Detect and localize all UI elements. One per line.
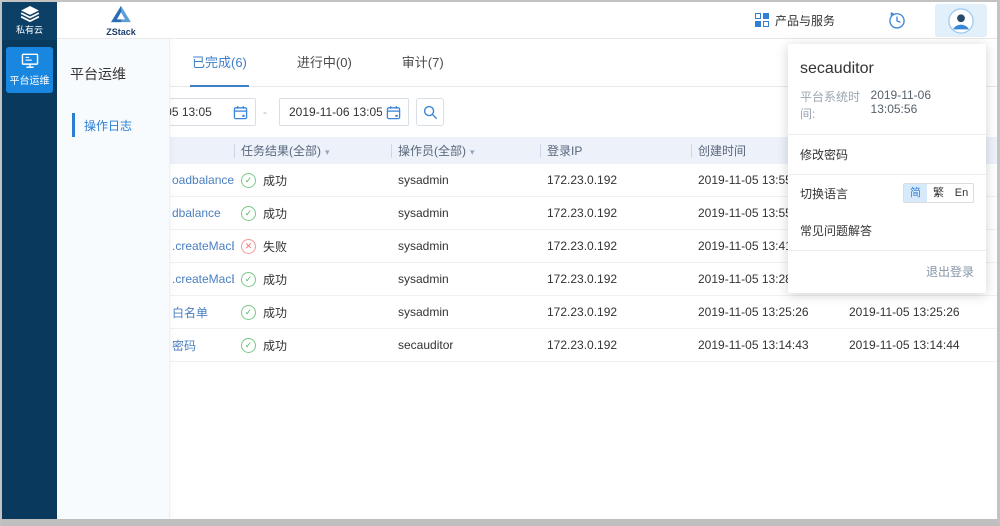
zstack-logo-icon xyxy=(110,5,132,23)
status-text: 成功 xyxy=(263,337,287,354)
system-time-value: 2019-11-06 13:05:56 xyxy=(871,88,974,122)
col-operator[interactable]: 操作员(全部)▾ xyxy=(391,142,540,159)
operator-cell: sysadmin xyxy=(391,173,540,187)
grid-icon xyxy=(755,13,769,27)
primary-sidebar: 私有云 平台运维 xyxy=(2,2,57,519)
history-clock-icon xyxy=(887,10,907,30)
task-name-link[interactable]: 白名单 xyxy=(172,306,208,320)
sidebar-title: 平台运维 xyxy=(57,39,169,84)
operator-cell: secauditor xyxy=(391,338,540,352)
status-text: 失败 xyxy=(263,238,287,255)
history-button[interactable] xyxy=(887,10,907,30)
tab-in-progress[interactable]: 进行中(0) xyxy=(295,52,354,86)
task-name-link[interactable]: 密码 xyxy=(172,339,196,353)
system-time-row: 平台系统时间: 2019-11-06 13:05:56 xyxy=(788,86,986,134)
cloud-label: 私有云 xyxy=(16,23,43,36)
sort-caret-icon: ▾ xyxy=(325,147,330,157)
app-window: 私有云 平台运维 ZStack xyxy=(0,0,1000,526)
operator-cell: sysadmin xyxy=(391,272,540,286)
calendar-icon[interactable] xyxy=(386,105,401,120)
login-ip-cell: 172.23.0.192 xyxy=(540,206,691,220)
success-icon: ✓ xyxy=(241,173,256,188)
table-row: 白名单 ✓ 成功 sysadmin 172.23.0.192 2019-11-0… xyxy=(170,296,997,329)
operator-cell: sysadmin xyxy=(391,239,540,253)
switch-language-label: 切换语言 xyxy=(800,185,848,202)
lang-traditional[interactable]: 繁 xyxy=(927,184,950,202)
status-text: 成功 xyxy=(263,271,287,288)
nav-platform-ops[interactable]: 平台运维 xyxy=(6,47,53,93)
faq-item[interactable]: 常见问题解答 xyxy=(788,211,986,250)
success-icon: ✓ xyxy=(241,305,256,320)
search-button[interactable] xyxy=(416,98,444,126)
status-text: 成功 xyxy=(263,205,287,222)
lang-simplified[interactable]: 简 xyxy=(904,184,927,202)
user-dropdown-panel: secauditor 平台系统时间: 2019-11-06 13:05:56 修… xyxy=(788,44,986,293)
login-ip-cell: 172.23.0.192 xyxy=(540,173,691,187)
created-time-cell: 2019-11-05 13:14:43 xyxy=(691,338,842,352)
top-header: ZStack 产品与服务 xyxy=(57,2,997,39)
sidebar-item-label: 操作日志 xyxy=(84,117,132,134)
sidebar-item-operation-log[interactable]: 操作日志 xyxy=(57,112,169,138)
username: secauditor xyxy=(788,54,986,86)
zstack-logo-text: ZStack xyxy=(99,27,143,37)
date-range-separator: - xyxy=(263,98,267,126)
login-ip-cell: 172.23.0.192 xyxy=(540,239,691,253)
fail-icon: ✕ xyxy=(241,239,256,254)
login-ip-cell: 172.23.0.192 xyxy=(540,338,691,352)
lang-english[interactable]: En xyxy=(950,184,973,202)
task-name-link[interactable]: .createMacB… xyxy=(172,239,234,253)
monitor-icon xyxy=(21,53,39,69)
active-indicator xyxy=(72,113,75,137)
tab-audit[interactable]: 审计(7) xyxy=(400,52,446,86)
status-text: 成功 xyxy=(263,304,287,321)
user-avatar-button[interactable] xyxy=(935,4,987,37)
calendar-icon[interactable] xyxy=(233,105,248,120)
success-icon: ✓ xyxy=(241,272,256,287)
layers-icon xyxy=(19,6,41,22)
task-name-link[interactable]: dbalance xyxy=(172,206,221,220)
success-icon: ✓ xyxy=(241,338,256,353)
tab-completed[interactable]: 已完成(6) xyxy=(190,52,249,86)
task-name-link[interactable]: .createMacB… xyxy=(172,272,234,286)
products-services-label: 产品与服务 xyxy=(775,12,835,29)
operator-cell: sysadmin xyxy=(391,305,540,319)
success-icon: ✓ xyxy=(241,206,256,221)
nav-platform-ops-label: 平台运维 xyxy=(10,72,50,87)
task-name-link[interactable]: oadbalance xyxy=(172,173,234,187)
cloud-logo[interactable]: 私有云 xyxy=(2,2,57,40)
status-text: 成功 xyxy=(263,172,287,189)
language-switcher: 简 繁 En xyxy=(903,183,974,203)
col-task-result[interactable]: 任务结果(全部)▾ xyxy=(234,142,391,159)
sort-caret-icon: ▾ xyxy=(470,147,475,157)
system-time-label: 平台系统时间: xyxy=(800,88,871,122)
language-row: 切换语言 简 繁 En xyxy=(788,175,986,211)
table-row: 密码 ✓ 成功 secauditor 172.23.0.192 2019-11-… xyxy=(170,329,997,362)
finished-time-cell: 2019-11-05 13:25:26 xyxy=(842,305,997,319)
secondary-sidebar: 平台运维 操作日志 xyxy=(57,39,170,519)
products-services-button[interactable]: 产品与服务 xyxy=(755,12,835,29)
zstack-logo[interactable]: ZStack xyxy=(99,5,143,37)
created-time-cell: 2019-11-05 13:25:26 xyxy=(691,305,842,319)
col-login-ip: 登录IP xyxy=(540,142,691,159)
login-ip-cell: 172.23.0.192 xyxy=(540,305,691,319)
avatar-icon xyxy=(948,8,974,34)
end-date-field[interactable] xyxy=(279,98,409,126)
logout-button[interactable]: 退出登录 xyxy=(788,251,986,293)
change-password-item[interactable]: 修改密码 xyxy=(788,135,986,174)
login-ip-cell: 172.23.0.192 xyxy=(540,272,691,286)
operator-cell: sysadmin xyxy=(391,206,540,220)
finished-time-cell: 2019-11-05 13:14:44 xyxy=(842,338,997,352)
search-icon xyxy=(423,105,438,120)
